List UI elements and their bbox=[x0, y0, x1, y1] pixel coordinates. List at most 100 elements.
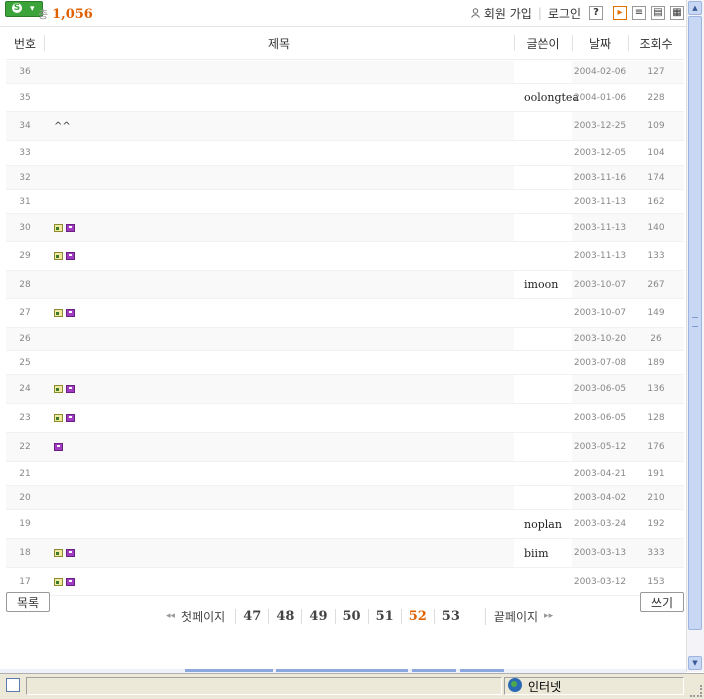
page-link[interactable]: 51 bbox=[367, 608, 401, 624]
table-row[interactable]: 28 imoon 2003-10-07 267 bbox=[6, 271, 684, 299]
row-title-cell[interactable] bbox=[44, 190, 514, 213]
gallery-view-icon[interactable]: ▦ bbox=[670, 6, 684, 20]
row-title-cell[interactable] bbox=[44, 404, 514, 432]
refresh-icon: S bbox=[12, 3, 22, 13]
row-author[interactable] bbox=[514, 112, 572, 140]
row-title-cell[interactable] bbox=[44, 84, 514, 111]
row-date: 2003-03-24 bbox=[573, 519, 627, 529]
row-title-cell[interactable] bbox=[44, 486, 514, 509]
table-row[interactable]: 23 2003-06-05 128 bbox=[6, 404, 684, 433]
row-author[interactable] bbox=[514, 404, 572, 432]
row-author[interactable] bbox=[514, 375, 572, 403]
row-title-cell[interactable] bbox=[44, 351, 514, 374]
row-title-cell[interactable] bbox=[44, 242, 514, 270]
login-link[interactable]: 로그인 bbox=[548, 5, 581, 22]
row-title-cell[interactable] bbox=[44, 141, 514, 165]
divider bbox=[44, 35, 45, 51]
row-author[interactable] bbox=[514, 299, 572, 327]
row-views: 153 bbox=[647, 576, 665, 587]
table-row[interactable]: 27 2003-10-07 149 bbox=[6, 299, 684, 328]
row-title-cell[interactable] bbox=[44, 510, 514, 538]
table-row[interactable]: 20 2003-04-02 210 bbox=[6, 486, 684, 510]
status-text-panel bbox=[26, 677, 502, 695]
table-row[interactable]: 17 2003-03-12 153 bbox=[6, 568, 684, 596]
table-row[interactable]: 18 biim 2003-03-13 333 bbox=[6, 539, 684, 568]
row-title-cell[interactable] bbox=[44, 375, 514, 403]
row-title-cell[interactable] bbox=[44, 539, 514, 567]
row-author[interactable]: oolongtea bbox=[514, 84, 579, 111]
row-author[interactable] bbox=[514, 141, 572, 165]
row-author[interactable] bbox=[514, 242, 572, 270]
total-count: 총 1,056 bbox=[38, 6, 93, 22]
row-title-cell[interactable] bbox=[44, 271, 514, 298]
row-author[interactable]: noplan bbox=[514, 510, 572, 538]
page-link[interactable]: 47 bbox=[235, 608, 268, 624]
resize-grip-icon[interactable] bbox=[690, 685, 702, 697]
row-title-cell[interactable] bbox=[44, 299, 514, 327]
row-title-cell[interactable] bbox=[44, 568, 514, 595]
row-author[interactable] bbox=[514, 61, 572, 83]
table-row[interactable]: 30 2003-11-13 140 bbox=[6, 214, 684, 242]
table-row[interactable]: 34 ^^ 2003-12-25 109 bbox=[6, 112, 684, 141]
header-no[interactable]: 번호 bbox=[6, 27, 44, 59]
table-row[interactable]: 33 2003-12-05 104 bbox=[6, 141, 684, 166]
play-icon[interactable]: ▸ bbox=[613, 6, 627, 20]
scroll-thumb[interactable] bbox=[688, 16, 702, 630]
table-row[interactable]: 24 2003-06-05 136 bbox=[6, 375, 684, 404]
current-page[interactable]: 52 bbox=[400, 608, 434, 624]
table-row[interactable]: 32 2003-11-16 174 bbox=[6, 166, 684, 190]
row-title-cell[interactable] bbox=[44, 166, 514, 189]
first-page-link[interactable]: 첫페이지 bbox=[181, 608, 225, 625]
header-author[interactable]: 글쓴이 bbox=[514, 27, 572, 59]
list-view-icon[interactable]: ≡ bbox=[632, 6, 646, 20]
table-row[interactable]: 22 2003-05-12 176 bbox=[6, 433, 684, 462]
row-date: 2003-07-08 bbox=[573, 357, 627, 368]
scroll-down-icon[interactable]: ▼ bbox=[688, 656, 702, 670]
row-author[interactable] bbox=[514, 214, 572, 241]
row-views: 104 bbox=[647, 148, 665, 158]
vertical-scrollbar[interactable]: ▲ ▼ bbox=[686, 0, 704, 672]
row-author[interactable] bbox=[514, 462, 572, 485]
row-title-cell[interactable] bbox=[44, 462, 514, 485]
header-views[interactable]: 조회수 bbox=[628, 27, 684, 59]
row-author[interactable] bbox=[514, 166, 572, 189]
header-date[interactable]: 날짜 bbox=[572, 27, 628, 59]
signup-link[interactable]: 회원 가입 bbox=[484, 5, 532, 22]
row-title-cell[interactable]: ^^ bbox=[44, 112, 514, 140]
row-date: 2003-10-20 bbox=[573, 334, 627, 344]
row-title[interactable]: ^^ bbox=[54, 121, 71, 132]
table-row[interactable]: 36 2004-02-06 127 bbox=[6, 61, 684, 84]
table-row[interactable]: 31 2003-11-13 162 bbox=[6, 190, 684, 214]
row-author[interactable] bbox=[514, 328, 572, 350]
table-row[interactable]: 19 noplan 2003-03-24 192 bbox=[6, 510, 684, 539]
last-page-link[interactable]: 끝페이지 bbox=[484, 607, 538, 625]
row-title-cell[interactable] bbox=[44, 61, 514, 83]
row-author[interactable]: biim bbox=[514, 539, 572, 567]
row-views: 192 bbox=[647, 519, 665, 529]
help-button[interactable]: ? bbox=[589, 6, 603, 20]
page-link[interactable]: 48 bbox=[268, 608, 301, 624]
table-row[interactable]: 21 2003-04-21 191 bbox=[6, 462, 684, 486]
page-link[interactable]: 49 bbox=[301, 608, 334, 624]
table-row[interactable]: 29 2003-11-13 133 bbox=[6, 242, 684, 271]
row-author[interactable]: imoon bbox=[514, 271, 572, 298]
top-links: 회원 가입 | 로그인 ? ▸ ≡ ▤ ▦ bbox=[470, 4, 684, 22]
row-author[interactable] bbox=[514, 568, 572, 595]
row-author[interactable] bbox=[514, 486, 572, 509]
table-row[interactable]: 25 2003-07-08 189 bbox=[6, 351, 684, 375]
table-row[interactable]: 26 2003-10-20 26 bbox=[6, 328, 684, 351]
table-row[interactable]: 35 oolongtea 2004-01-06 228 bbox=[6, 84, 684, 112]
row-author[interactable] bbox=[514, 433, 572, 461]
write-button[interactable]: 쓰기 bbox=[640, 592, 684, 612]
row-author[interactable] bbox=[514, 190, 572, 213]
page-link[interactable]: 50 bbox=[334, 608, 368, 624]
webzine-view-icon[interactable]: ▤ bbox=[651, 6, 665, 20]
row-title-cell[interactable] bbox=[44, 328, 514, 350]
page-link[interactable]: 53 bbox=[433, 608, 467, 624]
header-title[interactable]: 제목 bbox=[44, 27, 514, 59]
row-author[interactable] bbox=[514, 351, 572, 374]
scroll-up-icon[interactable]: ▲ bbox=[688, 1, 702, 15]
row-title-cell[interactable] bbox=[44, 433, 514, 461]
row-title-cell[interactable] bbox=[44, 214, 514, 241]
list-button[interactable]: 목록 bbox=[6, 592, 50, 612]
